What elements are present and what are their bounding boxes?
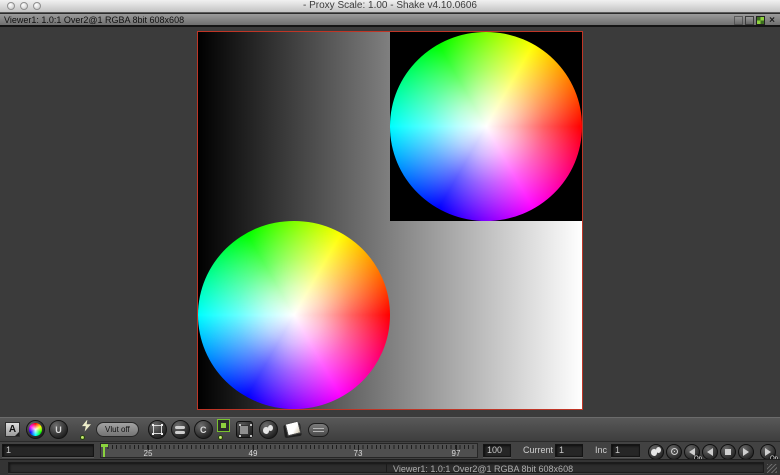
viewer-script-button[interactable]	[308, 423, 329, 437]
timeline-ruler[interactable]: 25 49 73 97	[100, 443, 478, 458]
update-button[interactable]: U	[49, 420, 68, 439]
ruler-label-73: 73	[354, 449, 363, 458]
viewer-toolbar: A U Vlut off C	[0, 417, 780, 441]
flipbook-icon	[651, 447, 661, 456]
step-back-button[interactable]	[702, 444, 718, 460]
flipbook-button[interactable]	[648, 444, 664, 460]
status-divider	[386, 463, 387, 472]
viewer-image[interactable]	[197, 31, 583, 410]
ruler-ticks	[103, 445, 475, 449]
viewer-lock-icon[interactable]	[734, 16, 743, 25]
blob-icon	[263, 425, 273, 434]
traffic-lights	[7, 2, 41, 10]
play-forward-button[interactable]: On	[760, 444, 776, 460]
step-forward-button[interactable]	[738, 444, 754, 460]
render-flash-control[interactable]	[80, 420, 93, 440]
dod-frame-button[interactable]	[148, 420, 167, 439]
viewer-tab[interactable]: Viewer1: 1.0:1 Over2@1 RGBA 8bit 608x608	[0, 15, 184, 25]
play-forward-icon	[765, 448, 771, 456]
step-back-icon	[707, 448, 713, 456]
status-bar: Viewer1: 1.0:1 Over2@1 RGBA 8bit 608x608	[0, 459, 780, 475]
zoom-window-icon[interactable]	[33, 2, 41, 10]
viewer-render-icon[interactable]	[756, 16, 765, 25]
playhead[interactable]	[103, 444, 105, 457]
colorwheel-image-bottom-left	[198, 221, 390, 410]
viewer-canvas[interactable]	[0, 27, 780, 417]
stop-icon	[725, 449, 731, 455]
status-viewer-info: Viewer1: 1.0:1 Over2@1 RGBA 8bit 608x608	[393, 464, 573, 474]
broadcast-button[interactable]	[666, 444, 682, 460]
compare-split-button[interactable]	[171, 420, 190, 439]
vlut-toggle-button[interactable]: Vlut off	[96, 422, 139, 437]
compare-c-button[interactable]: C	[194, 420, 213, 439]
update-toggle-control[interactable]	[217, 419, 232, 440]
viewer-tab-controls: ×	[734, 15, 777, 25]
status-field: Viewer1: 1.0:1 Over2@1 RGBA 8bit 608x608	[8, 462, 764, 473]
viewer-tab-bar: Viewer1: 1.0:1 Over2@1 RGBA 8bit 608x608…	[0, 13, 780, 27]
ruler-label-25: 25	[144, 449, 153, 458]
view-channels-button[interactable]	[26, 420, 45, 439]
color-wheel-top-right	[390, 32, 582, 221]
float-viewer-button[interactable]	[282, 421, 304, 439]
viewer-detach-icon[interactable]	[745, 16, 754, 25]
ruler-label-49: 49	[249, 449, 258, 458]
current-frame-field[interactable]: 1	[555, 444, 583, 457]
play-reverse-button[interactable]: On	[684, 444, 700, 460]
increment-field[interactable]: 1	[611, 444, 640, 457]
pixel-analyzer-button[interactable]	[259, 420, 278, 439]
roi-button[interactable]	[236, 421, 253, 438]
close-window-icon[interactable]	[7, 2, 15, 10]
channel-a-button[interactable]: A	[5, 422, 20, 437]
page-icon	[284, 420, 301, 436]
transport-controls: On On	[648, 443, 776, 460]
split-bars-icon	[175, 426, 185, 434]
time-bar: 1 25 49 73 97 100 Current 1 Inc 1 On	[0, 441, 780, 459]
stop-button[interactable]	[720, 444, 736, 460]
green-led-icon	[80, 435, 85, 440]
color-wheel-bottom-left	[198, 221, 390, 410]
play-reverse-icon	[689, 448, 695, 456]
current-frame-label: Current	[523, 445, 553, 455]
window-titlebar[interactable]: - Proxy Scale: 1.00 - Shake v4.10.0606	[0, 0, 780, 13]
broadcast-icon	[671, 448, 678, 455]
start-frame-field[interactable]: 1	[2, 444, 94, 457]
colorwheel-image-top-right	[390, 32, 582, 221]
resize-grip-icon[interactable]	[767, 464, 777, 473]
frame-corners-icon	[153, 425, 162, 434]
menu-lines-icon	[313, 428, 324, 429]
lightning-icon	[82, 420, 91, 432]
green-led-icon	[218, 435, 223, 440]
ruler-label-97: 97	[452, 449, 461, 458]
green-checkbox-icon	[217, 419, 230, 432]
color-wheel-icon	[29, 423, 42, 436]
roi-box-icon	[240, 426, 248, 434]
minimize-window-icon[interactable]	[20, 2, 28, 10]
viewer-close-icon[interactable]: ×	[767, 16, 777, 25]
end-frame-field[interactable]: 100	[483, 444, 511, 457]
step-forward-icon	[743, 448, 749, 456]
increment-label: Inc	[595, 445, 607, 455]
window-title: - Proxy Scale: 1.00 - Shake v4.10.0606	[0, 0, 780, 12]
